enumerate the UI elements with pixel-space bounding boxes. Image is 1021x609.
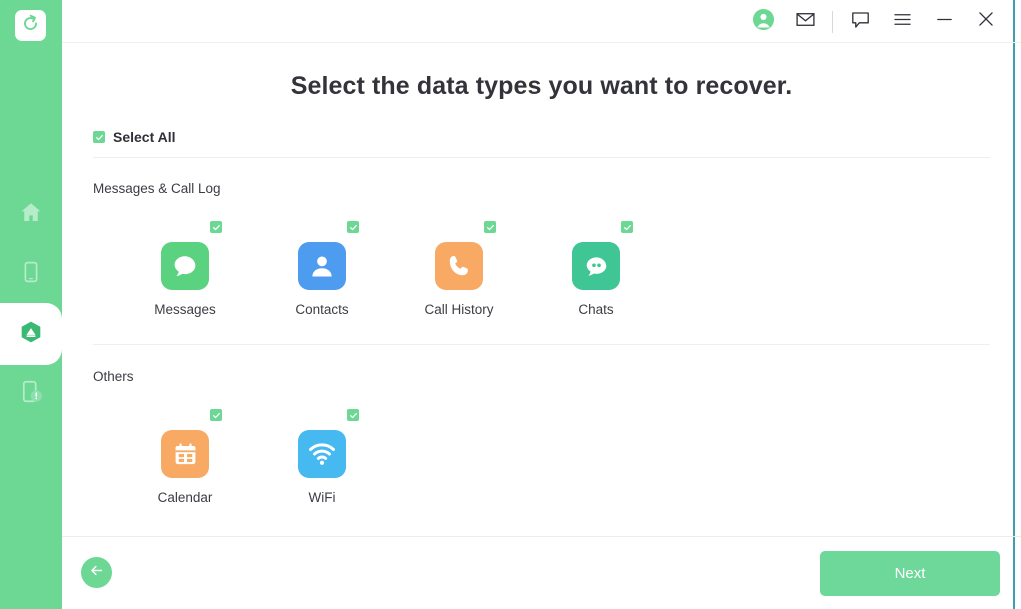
app-window: Select the data types you want to recove… <box>0 0 1021 609</box>
contacts-label: Contacts <box>259 302 385 317</box>
close-button[interactable] <box>965 0 1007 43</box>
calendar-checkbox[interactable] <box>210 409 222 421</box>
divider-top <box>93 157 990 158</box>
contacts-checkbox[interactable] <box>347 221 359 233</box>
phone-icon <box>19 260 43 289</box>
messages-icon <box>161 242 209 290</box>
sidebar-item-home[interactable] <box>0 183 62 245</box>
contacts-icon <box>298 242 346 290</box>
wifi-label: WiFi <box>259 490 385 505</box>
call-history-label: Call History <box>396 302 522 317</box>
calendar-icon <box>161 430 209 478</box>
calendar-label: Calendar <box>122 490 248 505</box>
back-button[interactable] <box>81 557 112 588</box>
home-icon <box>19 200 43 229</box>
close-icon <box>975 8 997 35</box>
messages-checkbox[interactable] <box>210 221 222 233</box>
main-content: Select the data types you want to recove… <box>62 0 1021 609</box>
envelope-icon <box>795 9 816 35</box>
select-all-row[interactable]: Select All <box>93 129 176 145</box>
chats-checkbox[interactable] <box>621 221 633 233</box>
account-button[interactable] <box>742 0 784 43</box>
call-history-checkbox[interactable] <box>484 221 496 233</box>
sidebar <box>0 0 62 609</box>
next-button[interactable]: Next <box>820 551 1000 596</box>
select-all-checkbox[interactable] <box>93 131 105 143</box>
arrow-left-icon <box>88 562 105 584</box>
wifi-checkbox[interactable] <box>347 409 359 421</box>
recover-circular-arrow-icon <box>21 14 40 38</box>
minimize-button[interactable] <box>923 0 965 43</box>
section-title-messages: Messages & Call Log <box>93 181 221 196</box>
chats-label: Chats <box>533 302 659 317</box>
wifi-icon <box>298 430 346 478</box>
hamburger-menu-icon <box>892 9 913 35</box>
select-all-label: Select All <box>113 129 176 145</box>
call-history-icon <box>435 242 483 290</box>
chats-icon <box>572 242 620 290</box>
app-logo <box>15 10 46 41</box>
messages-label: Messages <box>122 302 248 317</box>
sidebar-item-repair[interactable] <box>0 363 62 425</box>
menu-button[interactable] <box>881 0 923 43</box>
mail-button[interactable] <box>784 0 826 43</box>
divider-middle <box>93 344 990 345</box>
titlebar-actions <box>742 0 1007 43</box>
section-title-others: Others <box>93 369 134 384</box>
titlebar-divider <box>832 11 833 33</box>
page-title: Select the data types you want to recove… <box>62 72 1021 101</box>
feedback-button[interactable] <box>839 0 881 43</box>
phone-warning-icon <box>19 379 44 409</box>
user-avatar-icon <box>752 8 775 36</box>
minimize-icon <box>934 9 955 35</box>
speech-bubble-icon <box>850 9 871 35</box>
cloud-recover-icon <box>18 319 44 350</box>
footer-divider <box>62 536 1021 537</box>
titlebar <box>62 0 1021 43</box>
sidebar-item-recover[interactable] <box>0 303 62 365</box>
